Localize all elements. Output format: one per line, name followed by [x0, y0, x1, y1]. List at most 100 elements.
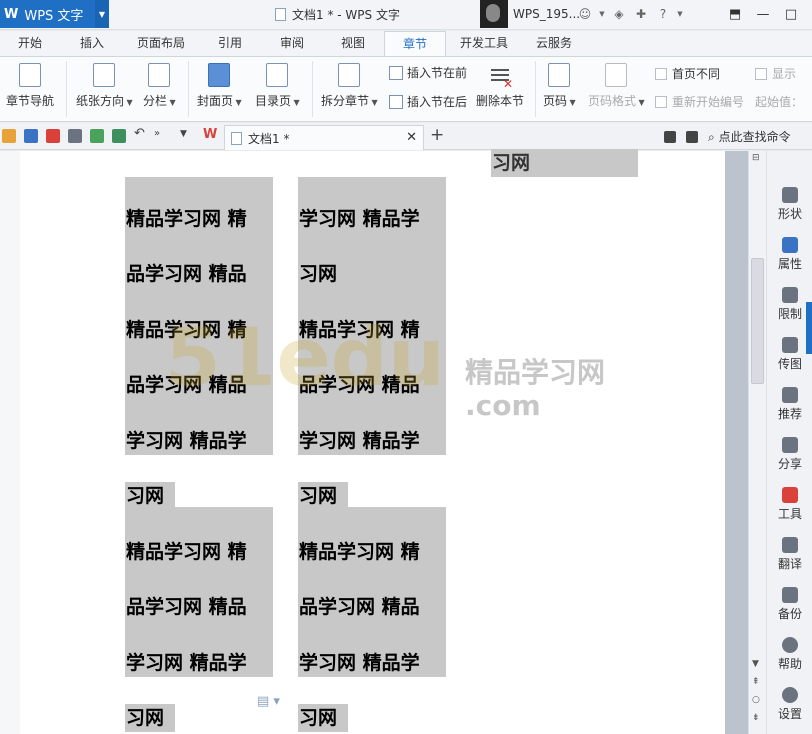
select-browse-icon[interactable]: ○ — [752, 695, 760, 705]
side-tools-button[interactable]: 工具 — [767, 487, 812, 522]
wps-cloud-icon[interactable] — [664, 130, 676, 143]
orientation-icon — [93, 63, 116, 87]
shirt-icon[interactable]: ✚ — [632, 5, 650, 23]
insert-section-before-button[interactable]: 插入节在前 — [389, 64, 467, 81]
maximize-button[interactable]: □ — [780, 4, 802, 24]
customize-dropdown-icon[interactable]: ▼ — [180, 129, 194, 143]
help-icon — [782, 637, 798, 653]
tab-home[interactable]: 开始 — [0, 31, 60, 56]
scrollbar-thumb[interactable] — [751, 258, 764, 384]
first-page-different-checkbox[interactable]: 首页不同 — [655, 65, 720, 82]
save-image-icon[interactable] — [112, 129, 126, 143]
side-panel: 形状 属性 限制 传图 推荐 分享 工具 翻译 备份 帮助 设置 — [766, 151, 812, 734]
side-recommend-button[interactable]: 推荐 — [767, 387, 812, 422]
cover-page-button[interactable]: 封面页 ▼ — [197, 61, 242, 109]
restart-numbering-checkbox[interactable]: 重新开始编号 — [655, 93, 744, 110]
tab-view[interactable]: 视图 — [322, 31, 384, 56]
open-icon[interactable] — [2, 129, 16, 143]
watermark-domain: .com — [465, 389, 541, 422]
close-button[interactable]: ✕ — [808, 4, 812, 24]
insert-section-after-button[interactable]: 插入节在后 — [389, 93, 467, 110]
show-checkbox[interactable]: 显示 — [755, 65, 796, 82]
backup-icon — [782, 587, 798, 603]
share-icon — [782, 437, 798, 453]
page-number-icon — [548, 63, 571, 87]
vertical-scrollbar[interactable]: ⊟ ▼ ⇞ ○ ⇟ — [748, 151, 766, 734]
wps-home-icon[interactable]: W — [203, 127, 217, 142]
print-icon[interactable] — [68, 129, 82, 143]
wps-writer-window: W WPS 文字 ▼ 文档1 * - WPS 文字 WPS_195... ☺ ▼… — [0, 0, 812, 734]
restore-ribbon-icon[interactable]: ⬒ — [724, 4, 746, 24]
help-button[interactable]: ? — [654, 5, 672, 23]
skin-icon[interactable]: ☺ — [576, 5, 594, 23]
dropdown-tools-icon[interactable] — [686, 130, 698, 143]
delete-section-icon — [489, 63, 513, 91]
orientation-button[interactable]: 纸张方向 ▼ — [76, 61, 133, 109]
title-bar: W WPS 文字 ▼ 文档1 * - WPS 文字 WPS_195... ☺ ▼… — [0, 0, 812, 30]
split-view-icon[interactable]: ⊟ — [752, 153, 760, 163]
chapter-nav-button[interactable]: 章节导航 — [6, 61, 54, 109]
side-help-button[interactable]: 帮助 — [767, 637, 812, 672]
user-name: WPS_195... — [513, 7, 581, 21]
watermark-text: 精品学习网 — [465, 356, 606, 389]
columns-icon — [148, 63, 171, 87]
insert-before-icon — [389, 65, 403, 80]
next-page-icon[interactable]: ⇟ — [752, 713, 760, 723]
undo-icon[interactable]: ↶ — [134, 126, 148, 141]
page-number-format-button[interactable]: 页码格式 ▼ — [588, 61, 645, 109]
close-tab-icon[interactable]: ✕ — [406, 130, 417, 145]
more-tools-icon[interactable]: » — [154, 128, 168, 142]
split-section-icon — [338, 63, 361, 87]
document-icon — [275, 8, 286, 21]
tab-insert[interactable]: 插入 — [60, 31, 124, 56]
export-pdf-icon[interactable] — [46, 129, 60, 143]
window-title: 文档1 * - WPS 文字 — [275, 6, 400, 23]
print-preview-icon[interactable] — [90, 129, 104, 143]
paste-options-icon[interactable]: ▤ ▾ — [257, 694, 280, 709]
titlebar-tools: ☺ ▼ ◈ ✚ ? ▼ — [576, 5, 684, 23]
side-translate-button[interactable]: 翻译 — [767, 537, 812, 572]
quick-access-toolbar: ↶ » ▼ W 文档1 * ✕ + ⌕ 点此查找命令 — [0, 123, 812, 150]
tab-cloud[interactable]: 云服务 — [522, 31, 586, 56]
scroll-down-icon[interactable]: ▼ — [752, 659, 759, 669]
user-dropdown-icon[interactable]: ▼ — [598, 5, 606, 23]
insert-after-icon — [389, 94, 403, 109]
recommend-icon — [782, 387, 798, 403]
search-icon: ⌕ — [708, 130, 715, 144]
tab-layout[interactable]: 页面布局 — [124, 31, 198, 56]
more-dropdown-icon[interactable]: ▼ — [676, 5, 684, 23]
app-menu-dropdown-icon[interactable]: ▼ — [95, 0, 109, 28]
side-share-button[interactable]: 分享 — [767, 437, 812, 472]
document-tab-label: 文档1 * — [248, 131, 290, 146]
tab-review[interactable]: 审阅 — [262, 31, 322, 56]
side-backup-button[interactable]: 备份 — [767, 587, 812, 622]
side-panel-active-indicator — [806, 302, 812, 354]
app-name: WPS 文字 — [24, 8, 84, 24]
window-controls: ⬒ — □ ✕ — [724, 4, 812, 24]
app-menu-button[interactable]: W WPS 文字 — [0, 0, 95, 28]
side-settings-button[interactable]: 设置 — [767, 687, 812, 722]
side-shape-button[interactable]: 形状 — [767, 187, 812, 222]
tab-references[interactable]: 引用 — [198, 31, 262, 56]
tab-chapter[interactable]: 章节 — [384, 31, 446, 56]
document-tab[interactable]: 文档1 * ✕ — [224, 125, 424, 150]
save-icon[interactable] — [24, 129, 38, 143]
new-tab-icon[interactable]: + — [430, 125, 444, 145]
minimize-button[interactable]: — — [752, 4, 774, 24]
delete-section-button[interactable]: 删除本节 — [476, 61, 524, 109]
command-search[interactable]: ⌕ 点此查找命令 — [708, 128, 791, 145]
avatar — [480, 0, 508, 28]
split-section-button[interactable]: 拆分章节 ▼ — [321, 61, 378, 109]
properties-icon — [782, 237, 798, 253]
toc-page-button[interactable]: 目录页 ▼ — [255, 61, 300, 109]
tab-developer[interactable]: 开发工具 — [446, 31, 522, 56]
document-page[interactable]: 习网 精品学习网 精 品学习网 精品 精品学习网 精 品学习网 精品 学习网 精… — [20, 149, 725, 734]
columns-button[interactable]: 分栏 ▼ — [143, 61, 176, 109]
image-icon — [782, 337, 798, 353]
feedback-icon[interactable]: ◈ — [610, 5, 628, 23]
side-properties-button[interactable]: 属性 — [767, 237, 812, 272]
user-account[interactable]: WPS_195... — [480, 0, 580, 28]
prev-page-icon[interactable]: ⇞ — [752, 677, 760, 687]
cover-page-icon — [208, 63, 231, 87]
page-number-button[interactable]: 页码 ▼ — [543, 61, 576, 109]
